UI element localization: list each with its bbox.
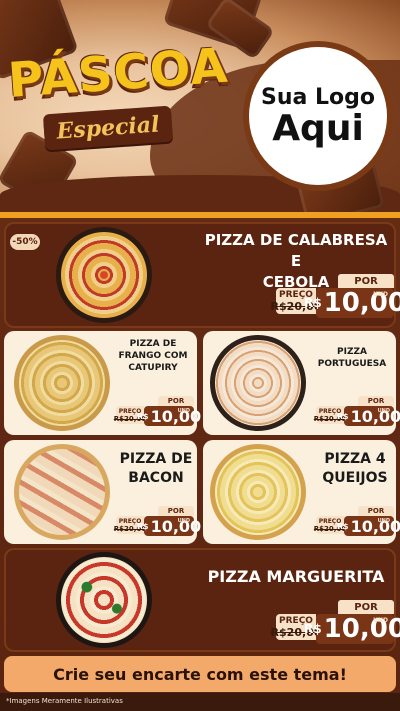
pizza-calabresa-image xyxy=(56,227,152,323)
price-current: R$ 10,00 UND xyxy=(337,516,400,536)
logo-placeholder: Sua Logo Aqui xyxy=(243,41,393,191)
price-tag: POR PREÇO R$20,00 R$ 10,00 UND xyxy=(314,396,400,430)
price-unit: UND xyxy=(373,291,388,298)
subtitle-especial: Especial xyxy=(55,111,161,145)
price-tag: POR PREÇO R$20,00 R$ 10,00 UND xyxy=(271,274,400,322)
product-name-line: CATUPIRY xyxy=(128,363,178,373)
price-tag: POR PREÇO R$20,00 R$ 10,00 UND xyxy=(314,506,400,540)
price-current: R$ 10,00 UND xyxy=(304,614,400,644)
pizza-4-queijos-image xyxy=(210,444,306,540)
price-current: R$ 10,00 UND xyxy=(304,288,400,318)
price-currency: R$ xyxy=(136,411,149,421)
product-name-bacon: PIZZA DE BACON xyxy=(118,450,194,488)
price-currency: R$ xyxy=(336,521,349,531)
price-unit: UND xyxy=(177,408,190,414)
price-por-label: POR xyxy=(358,396,394,406)
price-value: 10,00 xyxy=(350,516,400,536)
product-name-frango: PIZZA DE FRANGO COM CATUPIRY xyxy=(112,338,194,374)
product-name-line: PIZZA 4 xyxy=(324,451,386,467)
price-tag: POR PREÇO R$20,00 R$ 10,00 UND xyxy=(114,396,201,430)
discount-badge: -50% xyxy=(10,234,40,250)
price-currency: R$ xyxy=(304,622,322,636)
product-name-marguerita: PIZZA MARGUERITA xyxy=(200,566,392,588)
price-value: 10,00 xyxy=(323,614,400,644)
pizza-portuguesa-image xyxy=(210,335,306,431)
product-name-4-queijos: PIZZA 4 QUEIJOS xyxy=(316,450,394,488)
pizza-bacon-image xyxy=(14,444,110,540)
header-banner: PÁSCOA Especial Sua Logo Aqui xyxy=(0,0,400,215)
product-name-line: PORTUGUESA xyxy=(317,359,387,369)
price-currency: R$ xyxy=(336,411,349,421)
price-value: 10,00 xyxy=(323,288,400,318)
product-name-line: FRANGO COM xyxy=(118,351,188,361)
divider xyxy=(0,212,400,218)
pizza-frango-image xyxy=(14,335,110,431)
price-unit: UND xyxy=(373,617,388,624)
disclaimer-text: *Imagens Meramente Ilustrativas xyxy=(6,697,123,705)
product-name-line: PIZZA xyxy=(337,347,367,357)
product-name-line: QUEIJOS xyxy=(322,470,388,486)
price-value: 10,00 xyxy=(150,516,202,536)
pizza-marguerita-image xyxy=(56,552,152,648)
price-value: 10,00 xyxy=(150,406,202,426)
product-name-line: PIZZA DE xyxy=(129,339,177,349)
price-current: R$ 10,00 UND xyxy=(137,516,201,536)
product-name-line: PIZZA MARGUERITA xyxy=(207,567,385,586)
price-unit: UND xyxy=(377,408,390,414)
product-name-line: BACON xyxy=(128,470,184,486)
price-unit: UND xyxy=(177,518,190,524)
logo-line1: Sua Logo xyxy=(260,84,375,110)
flyer-page: PÁSCOA Especial Sua Logo Aqui -50% PIZZA… xyxy=(0,0,400,711)
price-current: R$ 10,00 UND xyxy=(337,406,400,426)
product-name-line: PIZZA DE xyxy=(119,451,193,467)
logo-line2: Aqui xyxy=(272,107,364,149)
product-name-portuguesa: PIZZA PORTUGUESA xyxy=(310,346,394,370)
price-unit: UND xyxy=(377,518,390,524)
price-current: R$ 10,00 UND xyxy=(137,406,201,426)
price-tag: POR PREÇO R$20,00 R$ 10,00 UND xyxy=(271,600,400,648)
price-por-label: POR xyxy=(158,506,194,516)
product-name-line: PIZZA DE CALABRESA E xyxy=(204,231,388,270)
price-value: 10,00 xyxy=(350,406,400,426)
price-por-label: POR xyxy=(358,506,394,516)
price-currency: R$ xyxy=(304,296,322,310)
cta-banner[interactable]: Crie seu encarte com este tema! xyxy=(4,656,396,692)
price-tag: POR PREÇO R$20,00 R$ 10,00 UND xyxy=(114,506,201,540)
price-por-label: POR xyxy=(158,396,194,406)
price-por-label: POR xyxy=(338,274,394,288)
price-currency: R$ xyxy=(136,521,149,531)
price-por-label: POR xyxy=(338,600,394,614)
